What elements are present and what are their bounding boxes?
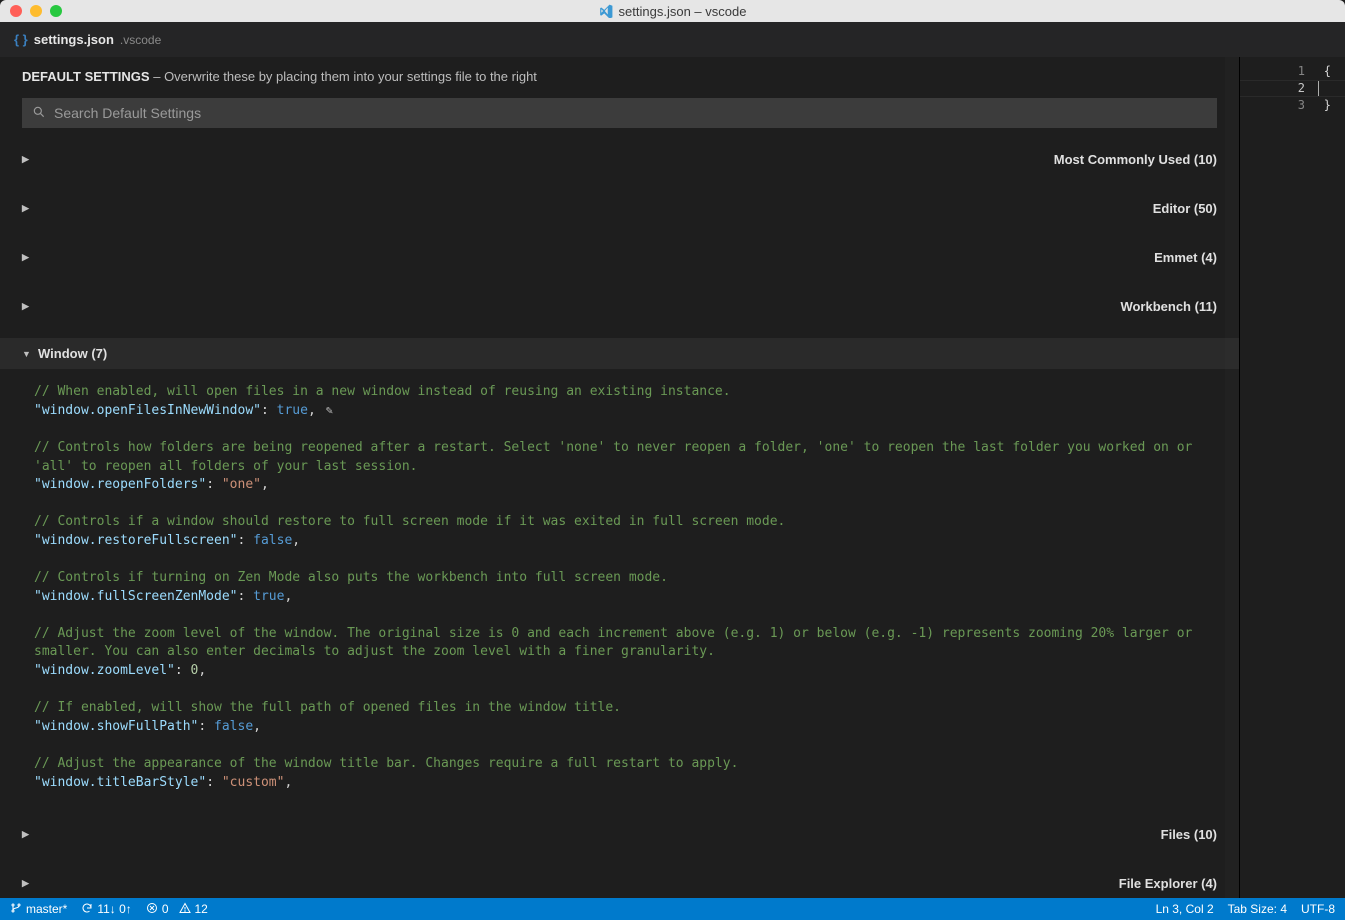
setting-line: "window.restoreFullscreen": false, [34, 532, 1217, 551]
fullscreen-window-icon[interactable] [50, 5, 62, 17]
setting-line: "window.fullScreenZenMode": true, [34, 588, 1217, 607]
setting-entry[interactable]: // If enabled, will show the full path o… [34, 699, 1217, 737]
setting-value: "custom" [222, 775, 285, 790]
status-sync[interactable]: 11↓ 0↑ [81, 902, 131, 917]
section-window-body: // When enabled, will open files in a ne… [0, 369, 1239, 817]
section-files[interactable]: Files (10) [0, 817, 1239, 852]
setting-comment: // When enabled, will open files in a ne… [34, 383, 1217, 402]
chevron-right-icon [22, 301, 1114, 312]
line-number-gutter: 1 2 3 [1298, 63, 1305, 114]
search-settings-field[interactable] [54, 105, 1207, 121]
status-tab-size[interactable]: Tab Size: 4 [1228, 902, 1287, 916]
setting-entry[interactable]: // Adjust the appearance of the window t… [34, 755, 1217, 793]
text-cursor [1318, 81, 1319, 96]
chevron-right-icon [22, 252, 1148, 263]
status-cursor-position[interactable]: Ln 3, Col 2 [1156, 902, 1214, 916]
setting-key: "window.titleBarStyle" [34, 775, 206, 790]
mac-traffic-lights[interactable] [0, 5, 62, 17]
git-branch-icon [10, 902, 22, 917]
window-titlebar: settings.json – vscode [0, 0, 1345, 22]
json-icon: { } [14, 32, 28, 47]
setting-line: "window.zoomLevel": 0, [34, 662, 1217, 681]
setting-comment: // Controls if a window should restore t… [34, 513, 1217, 532]
setting-value: true [253, 589, 284, 604]
chevron-down-icon [22, 349, 32, 359]
setting-entry[interactable]: // When enabled, will open files in a ne… [34, 383, 1217, 421]
setting-value: false [214, 719, 253, 734]
status-problems[interactable]: 0 12 [146, 902, 208, 917]
minimize-window-icon[interactable] [30, 5, 42, 17]
editor-content[interactable]: { } [1324, 63, 1331, 114]
setting-entry[interactable]: // Adjust the zoom level of the window. … [34, 625, 1217, 682]
section-window[interactable]: Window (7) [0, 338, 1239, 369]
status-bar: master* 11↓ 0↑ 0 12 Ln 3, Col 2 Tab Size… [0, 898, 1345, 920]
setting-entry[interactable]: // Controls if a window should restore t… [34, 513, 1217, 551]
setting-value: true [277, 403, 308, 418]
setting-line: "window.showFullPath": false, [34, 718, 1217, 737]
chevron-right-icon [22, 829, 1155, 840]
setting-key: "window.reopenFolders" [34, 477, 206, 492]
settings-outline[interactable]: Most Commonly Used (10) Editor (50) Emme… [0, 142, 1239, 898]
setting-value: false [253, 533, 292, 548]
user-settings-editor[interactable]: 1 2 3 { } [1240, 57, 1345, 898]
search-icon [32, 105, 46, 122]
line-number: 3 [1298, 97, 1305, 114]
setting-key: "window.showFullPath" [34, 719, 198, 734]
tab-folder: .vscode [120, 33, 161, 47]
setting-key: "window.fullScreenZenMode" [34, 589, 238, 604]
setting-comment: // Controls how folders are being reopen… [34, 439, 1217, 477]
close-window-icon[interactable] [10, 5, 22, 17]
section-most-commonly-used[interactable]: Most Commonly Used (10) [0, 142, 1239, 177]
section-workbench[interactable]: Workbench (11) [0, 289, 1239, 324]
status-git-branch[interactable]: master* [10, 902, 67, 917]
warning-icon [179, 902, 191, 917]
setting-entry[interactable]: // Controls how folders are being reopen… [34, 439, 1217, 496]
setting-comment: // If enabled, will show the full path o… [34, 699, 1217, 718]
setting-line: "window.openFilesInNewWindow": true,✎ [34, 402, 1217, 421]
line-number: 1 [1298, 63, 1305, 80]
scrollbar[interactable] [1225, 57, 1239, 898]
setting-value: "one" [222, 477, 261, 492]
section-file-explorer[interactable]: File Explorer (4) [0, 866, 1239, 899]
tab-filename: settings.json [34, 32, 114, 47]
chevron-right-icon [22, 154, 1048, 165]
editor-tab[interactable]: { } settings.json .vscode [0, 22, 1345, 57]
setting-comment: // Adjust the appearance of the window t… [34, 755, 1217, 774]
line-number: 2 [1298, 80, 1305, 97]
setting-key: "window.zoomLevel" [34, 663, 175, 678]
setting-key: "window.openFilesInNewWindow" [34, 403, 261, 418]
status-encoding[interactable]: UTF-8 [1301, 902, 1335, 916]
setting-comment: // Adjust the zoom level of the window. … [34, 625, 1217, 663]
section-editor[interactable]: Editor (50) [0, 191, 1239, 226]
section-emmet[interactable]: Emmet (4) [0, 240, 1239, 275]
default-settings-header: DEFAULT SETTINGS – Overwrite these by pl… [0, 57, 1239, 92]
setting-key: "window.restoreFullscreen" [34, 533, 238, 548]
window-title: settings.json – vscode [619, 4, 747, 19]
sync-icon [81, 902, 93, 917]
error-icon [146, 902, 158, 917]
edit-pencil-icon[interactable]: ✎ [326, 403, 333, 417]
setting-comment: // Controls if turning on Zen Mode also … [34, 569, 1217, 588]
vscode-icon [599, 4, 613, 18]
search-settings-input[interactable] [22, 98, 1217, 128]
setting-line: "window.titleBarStyle": "custom", [34, 774, 1217, 793]
chevron-right-icon [22, 878, 1113, 889]
setting-entry[interactable]: // Controls if turning on Zen Mode also … [34, 569, 1217, 607]
chevron-right-icon [22, 203, 1147, 214]
setting-line: "window.reopenFolders": "one", [34, 476, 1217, 495]
